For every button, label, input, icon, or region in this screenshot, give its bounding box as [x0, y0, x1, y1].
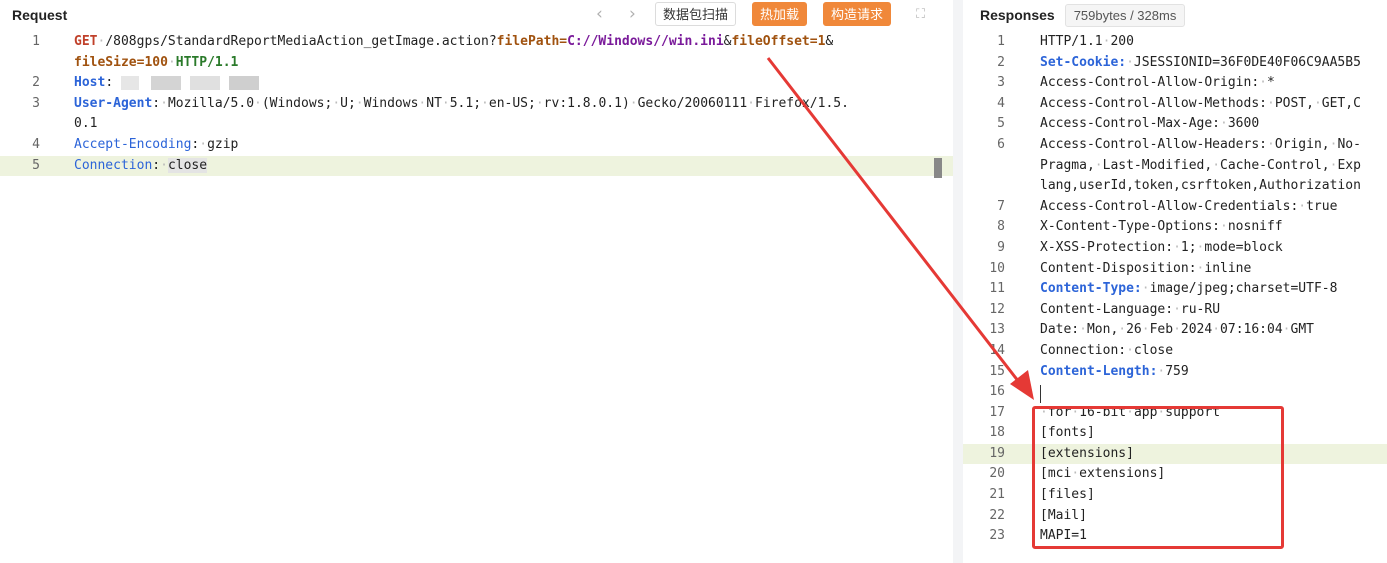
build-request-button[interactable]: 构造请求	[823, 2, 892, 26]
code-line: 1 GET·/808gps/StandardReportMediaAction_g…	[32, 34, 834, 49]
request-title: Request	[12, 7, 68, 23]
code-line: 4 Accept-Encoding:·gzip	[32, 136, 239, 152]
code-line: 14 Connection:·close	[989, 342, 1174, 358]
code-line: 16	[989, 384, 1005, 400]
code-line: 3 User-Agent:·Mozilla/5.0·(Windows;·U;·Wi…	[32, 95, 849, 111]
highlight-box	[1032, 406, 1284, 549]
code-line: 6 Access-Control-Allow-Headers:·Origin,·N…	[997, 136, 1361, 152]
packet-scan-button[interactable]: 数据包扫描	[655, 2, 737, 26]
request-header: Request ‹ › 数据包扫描 热加载 构造请求 ⛶	[0, 0, 953, 30]
code-line: Pragma,·Last-Modified,·Cache-Control,·Ex…	[1040, 157, 1361, 173]
scrollbar-thumb[interactable]	[934, 158, 942, 178]
code-line: 9 X-XSS-Protection:·1;·mode=block	[997, 239, 1283, 255]
code-line: 10 Content-Disposition:·inline	[989, 260, 1252, 276]
response-title: Responses	[980, 7, 1055, 23]
chevron-right-icon[interactable]: ›	[629, 4, 636, 24]
code-line: 2 Host:	[0, 73, 953, 94]
response-meta-badge: 759bytes / 328ms	[1064, 3, 1186, 27]
code-line: 3 Access-Control-Allow-Origin:·*	[997, 75, 1275, 91]
code-line: 4 Access-Control-Allow-Methods:·POST,·GET…	[997, 95, 1361, 111]
code-line: 11 Content-Type:·image/jpeg;charset=UTF-8	[989, 281, 1338, 297]
code-line: 5 Connection:·close	[0, 155, 953, 177]
code-line: fileSize=100·HTTP/1.1	[74, 54, 239, 70]
text-cursor	[1040, 385, 1041, 403]
code-line: 2 Set-Cookie:·JSESSIONID=36F0DE40F06C9AA5…	[997, 54, 1361, 70]
request-editor[interactable]: 1 GET·/808gps/StandardReportMediaAction_g…	[0, 32, 953, 563]
code-line: 15 Content-Length:·759	[989, 363, 1189, 379]
panel-divider[interactable]	[953, 0, 963, 563]
code-line: 8 X-Content-Type-Options:·nosniff	[997, 219, 1283, 235]
chevron-left-icon[interactable]: ‹	[596, 4, 603, 24]
code-line: 13 Date:·Mon,·26·Feb·2024·07:16:04·GMT	[989, 322, 1314, 338]
response-header: Responses 759bytes / 328ms	[963, 0, 1387, 30]
code-line: lang,userId,token,csrftoken,Authorizatio…	[1040, 178, 1361, 194]
expand-icon[interactable]: ⛶	[916, 6, 925, 22]
code-line: 1 HTTP/1.1·200	[997, 34, 1134, 49]
hot-load-button[interactable]: 热加载	[752, 2, 808, 26]
code-line: 12 Content-Language:·ru-RU	[989, 301, 1221, 317]
redacted-host	[120, 75, 271, 90]
code-line: 5 Access-Control-Max-Age:·3600	[997, 116, 1260, 132]
request-panel: Request ‹ › 数据包扫描 热加载 构造请求 ⛶ 1 GET·/808gp…	[0, 0, 953, 563]
code-line: 0.1	[74, 116, 98, 132]
code-line: 7 Access-Control-Allow-Credentials:·true	[997, 198, 1338, 214]
